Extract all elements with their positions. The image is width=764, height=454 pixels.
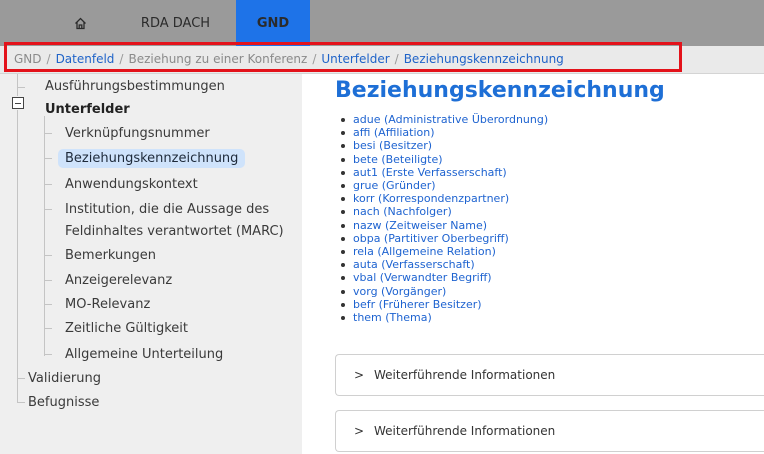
sidebar-item-unterfelder[interactable]: Unterfelder (45, 102, 130, 117)
collapse-icon[interactable] (12, 97, 24, 109)
list-item[interactable]: affi (Affiliation) (340, 126, 548, 139)
chevron-right-icon: > (354, 424, 365, 438)
list-item[interactable]: auta (Verfasserschaft) (340, 258, 548, 271)
sidebar-item-befugnisse[interactable]: Befugnisse (28, 395, 99, 410)
list-item[interactable]: them (Thema) (340, 311, 548, 324)
tree-connector-line (44, 280, 52, 281)
tree-connector-line (44, 328, 52, 329)
sidebar-item-anwendungskontext[interactable]: Anwendungskontext (65, 177, 198, 192)
tree-connector-line (17, 378, 25, 379)
top-navigation-bar: RDA DACH GND (0, 0, 764, 46)
sidebar-item-validierung[interactable]: Validierung (28, 371, 101, 386)
sidebar-item-ausfuehrungsbestimmungen[interactable]: Ausführungsbestimmungen (45, 79, 225, 94)
list-item[interactable]: besi (Besitzer) (340, 139, 548, 152)
tree-connector-line (44, 133, 52, 134)
tree-connector-line (44, 116, 45, 356)
tree-connector-line (44, 209, 52, 210)
list-item[interactable]: vbal (Verwandter Begriff) (340, 271, 548, 284)
tree-connector-line (44, 304, 52, 305)
page-title: Beziehungskennzeichnung (335, 78, 665, 103)
sidebar-item-zeitliche-gueltigkeit[interactable]: Zeitliche Gültigkeit (65, 321, 188, 336)
list-item[interactable]: nach (Nachfolger) (340, 205, 548, 218)
tree-connector-line (44, 184, 52, 185)
home-icon (74, 17, 87, 30)
sidebar-item-institution-line2[interactable]: Feldinhaltes verantwortet (MARC) (65, 224, 284, 239)
sidebar-item-institution-line1[interactable]: Institution, die die Aussage des (65, 202, 269, 217)
sidebar-item-mo-relevanz[interactable]: MO-Relevanz (65, 297, 150, 312)
tree-connector-line (44, 158, 52, 159)
accordion-label: Weiterführende Informationen (374, 424, 556, 438)
sidebar-item-anzeigerelevanz[interactable]: Anzeigerelevanz (65, 273, 172, 288)
sidebar-item-beziehungskennzeichnung[interactable]: Beziehungskennzeichnung (58, 149, 246, 168)
accordion-label: Weiterführende Informationen (374, 368, 556, 382)
list-item[interactable]: korr (Korrespondenzpartner) (340, 192, 548, 205)
list-item[interactable]: vorg (Vorgänger) (340, 285, 548, 298)
accordion-weiterfuehrende-informationen-2[interactable]: > Weiterführende Informationen (335, 410, 764, 452)
tab-gnd[interactable]: GND (236, 0, 310, 46)
tree-connector-line (44, 255, 52, 256)
list-item[interactable]: rela (Allgemeine Relation) (340, 245, 548, 258)
highlight-annotation-box (4, 42, 682, 72)
list-item[interactable]: aut1 (Erste Verfasserschaft) (340, 166, 548, 179)
list-item[interactable]: befr (Früherer Besitzer) (340, 298, 548, 311)
tree-connector-line (17, 110, 18, 402)
tree-connector-line (17, 402, 25, 403)
sidebar-item-allgemeine-unterteilung[interactable]: Allgemeine Unterteilung (65, 347, 223, 362)
tree-connector-line (17, 74, 18, 96)
list-item[interactable]: obpa (Partitiver Oberbegriff) (340, 232, 548, 245)
list-item[interactable]: adue (Administrative Überordnung) (340, 113, 548, 126)
accordion-weiterfuehrende-informationen-1[interactable]: > Weiterführende Informationen (335, 354, 764, 396)
relation-code-list: adue (Administrative Überordnung) affi (… (340, 113, 548, 324)
chevron-right-icon: > (354, 368, 365, 382)
tab-rda-dach[interactable]: RDA DACH (118, 0, 233, 46)
tree-connector-line (44, 354, 52, 355)
list-item[interactable]: grue (Gründer) (340, 179, 548, 192)
list-item[interactable]: nazw (Zeitweiser Name) (340, 219, 548, 232)
tab-home[interactable] (44, 0, 116, 46)
tree-connector-line (17, 87, 25, 88)
list-item[interactable]: bete (Beteiligte) (340, 153, 548, 166)
sidebar-item-bemerkungen[interactable]: Bemerkungen (65, 248, 156, 263)
sidebar-item-verknuepfungsnummer[interactable]: Verknüpfungsnummer (65, 126, 210, 141)
